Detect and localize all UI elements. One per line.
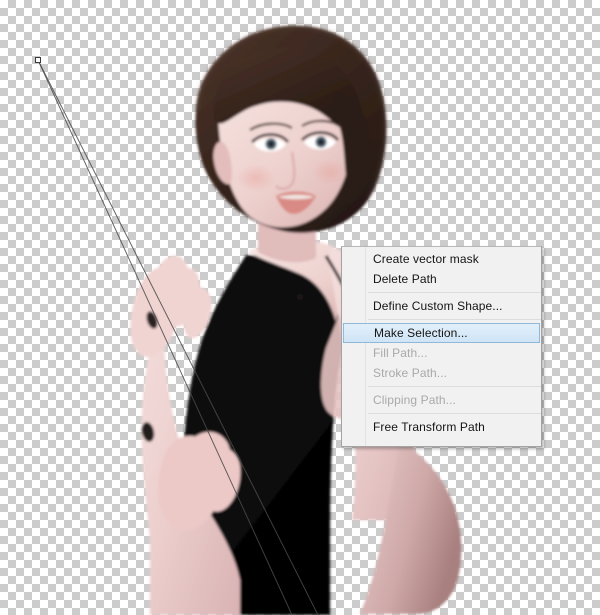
menu-item-delete-path[interactable]: Delete Path bbox=[342, 269, 541, 289]
menu-item-fill-path: Fill Path... bbox=[373, 346, 428, 360]
path-anchor-point[interactable] bbox=[35, 57, 41, 63]
menu-item-create-vector-mask[interactable]: Create vector mask bbox=[342, 249, 541, 269]
menu-item-clipping-path: Clipping Path... bbox=[373, 393, 456, 407]
menu-item-define-custom-shape[interactable]: Define Custom Shape... bbox=[342, 296, 541, 316]
menu-item-stroke-path: Stroke Path... bbox=[373, 366, 448, 380]
menu-separator-4 bbox=[368, 413, 541, 414]
menu-separator-1 bbox=[368, 292, 541, 293]
menu-item-make-selection[interactable]: Make Selection... bbox=[343, 323, 540, 343]
path-stroke-group bbox=[35, 57, 319, 615]
path-segment-2 bbox=[37, 59, 293, 615]
menu-separator-2 bbox=[368, 319, 541, 320]
editor-canvas[interactable]: Create vector mask Delete Path Define Cu… bbox=[0, 0, 600, 615]
path-segment-1 bbox=[37, 59, 319, 615]
menu-separator-3 bbox=[368, 386, 541, 387]
menu-item-list: Create vector mask Delete Path Define Cu… bbox=[342, 247, 541, 446]
menu-item-free-transform-path[interactable]: Free Transform Path bbox=[342, 417, 541, 437]
paths-context-menu[interactable]: Create vector mask Delete Path Define Cu… bbox=[341, 246, 542, 447]
